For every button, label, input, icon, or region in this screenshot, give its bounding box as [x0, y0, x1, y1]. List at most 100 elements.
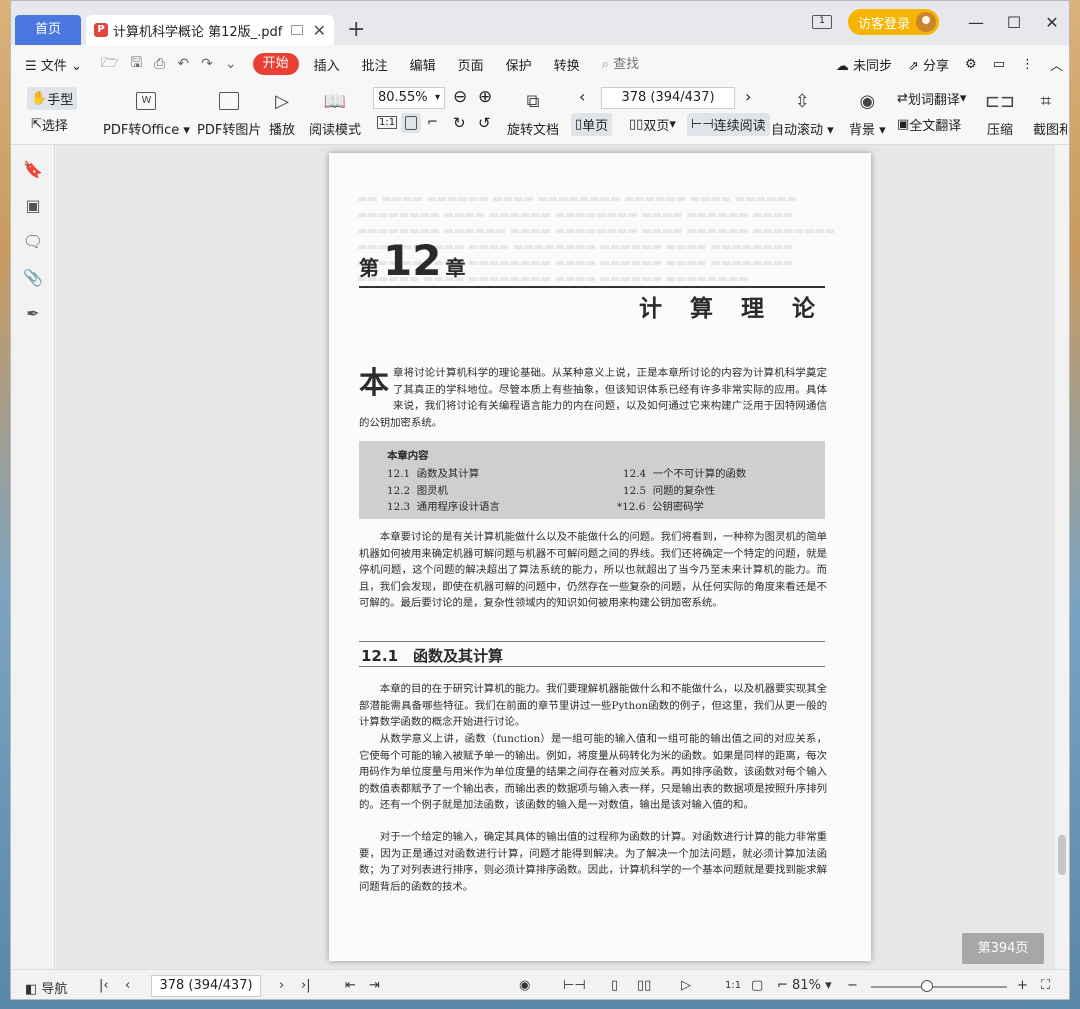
play-mode-icon[interactable]: ▷	[681, 978, 691, 993]
home-tab[interactable]: 首页	[15, 15, 81, 45]
close-window-icon[interactable]: ✕	[1033, 13, 1069, 32]
pin-tab-icon[interactable]	[290, 25, 303, 35]
save-icon[interactable]: 🖫	[130, 52, 142, 76]
fit-page-icon[interactable]	[401, 113, 421, 133]
tab-start[interactable]: 开始	[252, 53, 299, 75]
collapse-ribbon-icon[interactable]: ︿	[1042, 55, 1069, 74]
status-page-input[interactable]: 378 (394/437)	[151, 975, 261, 997]
chapter-contents-box: 本章内容 12.1 函数及其计算 12.4 一个不可计算的函数 12.2 图灵机 1…	[359, 441, 825, 519]
scrollbar-thumb[interactable]	[1058, 835, 1066, 875]
minimize-icon[interactable]: —	[957, 13, 995, 32]
full-translate-button[interactable]: ▣ 全文翻译	[897, 115, 961, 134]
zoom-slider-knob[interactable]	[921, 980, 933, 992]
more-icon[interactable]: ⋮	[1013, 57, 1042, 72]
left-sidebar: 🔖 ▣ 🗨 📎 ✒	[11, 145, 55, 969]
prev-page-icon[interactable]: ‹	[125, 978, 130, 993]
comment-icon[interactable]: ▭	[985, 57, 1013, 72]
guest-login-button[interactable]: 访客登录	[847, 9, 939, 35]
fit-page-status-icon[interactable]: ▢	[751, 978, 763, 993]
navigation-button[interactable]: ◧ 导航	[25, 978, 67, 997]
toc-title: 函数及其计算	[416, 468, 480, 480]
tab-convert[interactable]: 转换	[543, 55, 591, 74]
actual-size-status-icon[interactable]: 1:1	[725, 980, 741, 991]
single-page-mode-icon[interactable]: ▯	[611, 978, 618, 993]
pdf-to-image-button[interactable]: PDF转图片	[197, 89, 261, 138]
pdf-to-office-button[interactable]: W PDF转Office ▾	[103, 89, 190, 138]
tab-page[interactable]: 页面	[447, 55, 495, 74]
rotate-left-icon[interactable]: ↺	[478, 114, 491, 132]
zoom-out-status-icon[interactable]: −	[847, 978, 858, 993]
zoom-select[interactable]: 80.55% ▾	[373, 87, 445, 109]
next-page-icon[interactable]: ›	[745, 87, 751, 106]
rotate-right-icon[interactable]: ↻	[453, 114, 466, 132]
actual-size-icon[interactable]: 1:1	[377, 116, 398, 129]
zoom-slider[interactable]	[871, 980, 1007, 992]
compress-icon: ⊏⊐	[984, 90, 1016, 112]
last-page-icon[interactable]: ›|	[301, 978, 311, 993]
first-page-icon[interactable]: |‹	[99, 978, 109, 993]
undo-icon[interactable]: ↶	[177, 56, 189, 72]
vertical-scrollbar[interactable]	[1055, 145, 1069, 969]
guest-login-label: 访客登录	[857, 16, 910, 32]
tab-insert[interactable]: 插入	[303, 55, 351, 74]
fit-width-icon[interactable]: ⌐	[427, 115, 438, 130]
rotate-document-button[interactable]: ⧉ 旋转文档	[507, 89, 559, 139]
single-page-button[interactable]: ▯ 单页	[571, 113, 613, 136]
eye-protection-icon[interactable]: ◉	[519, 978, 530, 993]
next-page-status-icon[interactable]: ›	[279, 978, 284, 993]
file-menu[interactable]: ☰ 文件 ⌄	[11, 55, 93, 74]
auto-scroll-button[interactable]: ⇳ 自动滚动 ▾	[771, 89, 834, 139]
screenshot-button[interactable]: ⌗ 截图和	[1033, 89, 1067, 139]
zoom-out-icon[interactable]: ⊖	[453, 87, 467, 107]
play-icon: ▷	[275, 90, 289, 112]
close-tab-icon[interactable]: ✕	[313, 21, 326, 40]
zoom-in-status-icon[interactable]: +	[1017, 978, 1028, 993]
open-folder-icon[interactable]: 🗁	[101, 52, 118, 76]
window-layout-icon[interactable]: 1	[811, 15, 832, 29]
previous-view-icon[interactable]: ⇤	[345, 978, 356, 993]
bookmark-icon[interactable]: 🔖	[11, 151, 55, 187]
menu-bar: ☰ 文件 ⌄ 🗁 🖫 ⎙ ↶ ↷ ⌄ 开始 插入 批注 编辑 页面 保护 转换 …	[11, 45, 1069, 83]
continuous-read-button[interactable]: ⊢⊣ 连续阅读	[687, 113, 770, 136]
search-box[interactable]: ⌕	[591, 56, 694, 72]
document-tab[interactable]: P 计算机科学概论 第12版_.pdf ✕	[86, 15, 334, 45]
tab-protect[interactable]: 保护	[495, 55, 543, 74]
translate-icon: ⇄	[897, 91, 908, 106]
double-page-mode-icon[interactable]: ▯▯	[637, 978, 651, 993]
hand-tool-button[interactable]: ✋ 手型	[27, 87, 78, 110]
next-view-icon[interactable]: ⇥	[369, 978, 380, 993]
customize-chevron-icon[interactable]: ⌄	[225, 56, 237, 72]
select-tool-button[interactable]: ⇱ 选择	[31, 115, 68, 134]
double-page-button[interactable]: ▯▯ 双页 ▾	[629, 115, 676, 134]
background-button[interactable]: ◉ 背景 ▾	[849, 89, 886, 139]
tab-edit[interactable]: 编辑	[399, 55, 447, 74]
page-number-input[interactable]: 378 (394/437)	[601, 87, 735, 109]
settings-icon[interactable]: ⚙	[957, 57, 985, 72]
page-indicator-badge: 第394页	[962, 933, 1044, 964]
print-icon[interactable]: ⎙	[154, 56, 165, 72]
single-page-label: 单页	[582, 119, 609, 134]
search-input[interactable]	[613, 56, 684, 72]
compress-button[interactable]: ⊏⊐ 压缩	[984, 89, 1016, 139]
share-button[interactable]: ⇗ 分享	[900, 55, 957, 74]
read-mode-button[interactable]: 📖 阅读模式	[309, 89, 361, 139]
maximize-icon[interactable]: ☐	[995, 13, 1033, 32]
sync-button[interactable]: ☁ 未同步	[828, 55, 900, 74]
tab-annotate[interactable]: 批注	[351, 55, 399, 74]
new-tab-icon[interactable]: +	[347, 17, 365, 42]
zoom-in-icon[interactable]: ⊕	[478, 87, 492, 107]
play-button[interactable]: ▷ 播放	[269, 89, 295, 139]
fullscreen-icon[interactable]: ⛶	[1041, 978, 1050, 993]
previous-page-icon[interactable]: ‹	[579, 87, 585, 106]
thumbnail-icon[interactable]: ▣	[11, 187, 55, 223]
attachment-icon[interactable]: 📎	[11, 259, 55, 295]
word-translate-button[interactable]: ⇄ 划词翻译 ▾	[897, 89, 966, 108]
signature-icon[interactable]: ✒	[11, 295, 55, 331]
share-icon: ⇗	[907, 58, 924, 74]
annotation-icon[interactable]: 🗨	[11, 223, 55, 259]
continuous-mode-icon[interactable]: ⊢⊣	[563, 978, 586, 993]
pdf-reader-window: 首页 P 计算机科学概论 第12版_.pdf ✕ + 1 访客登录 — ☐ ✕ …	[10, 0, 1070, 1000]
zoom-dropdown[interactable]: ⌐ 81% ▾	[777, 978, 832, 993]
redo-icon[interactable]: ↷	[201, 56, 213, 72]
document-viewer[interactable]: ▬▬ ▬▬▬▬ ▬▬▬▬▬▬ ▬▬▬▬ ▬▬▬▬▬▬▬▬ ▬▬▬▬▬▬ ▬▬▬▬…	[56, 145, 1057, 969]
